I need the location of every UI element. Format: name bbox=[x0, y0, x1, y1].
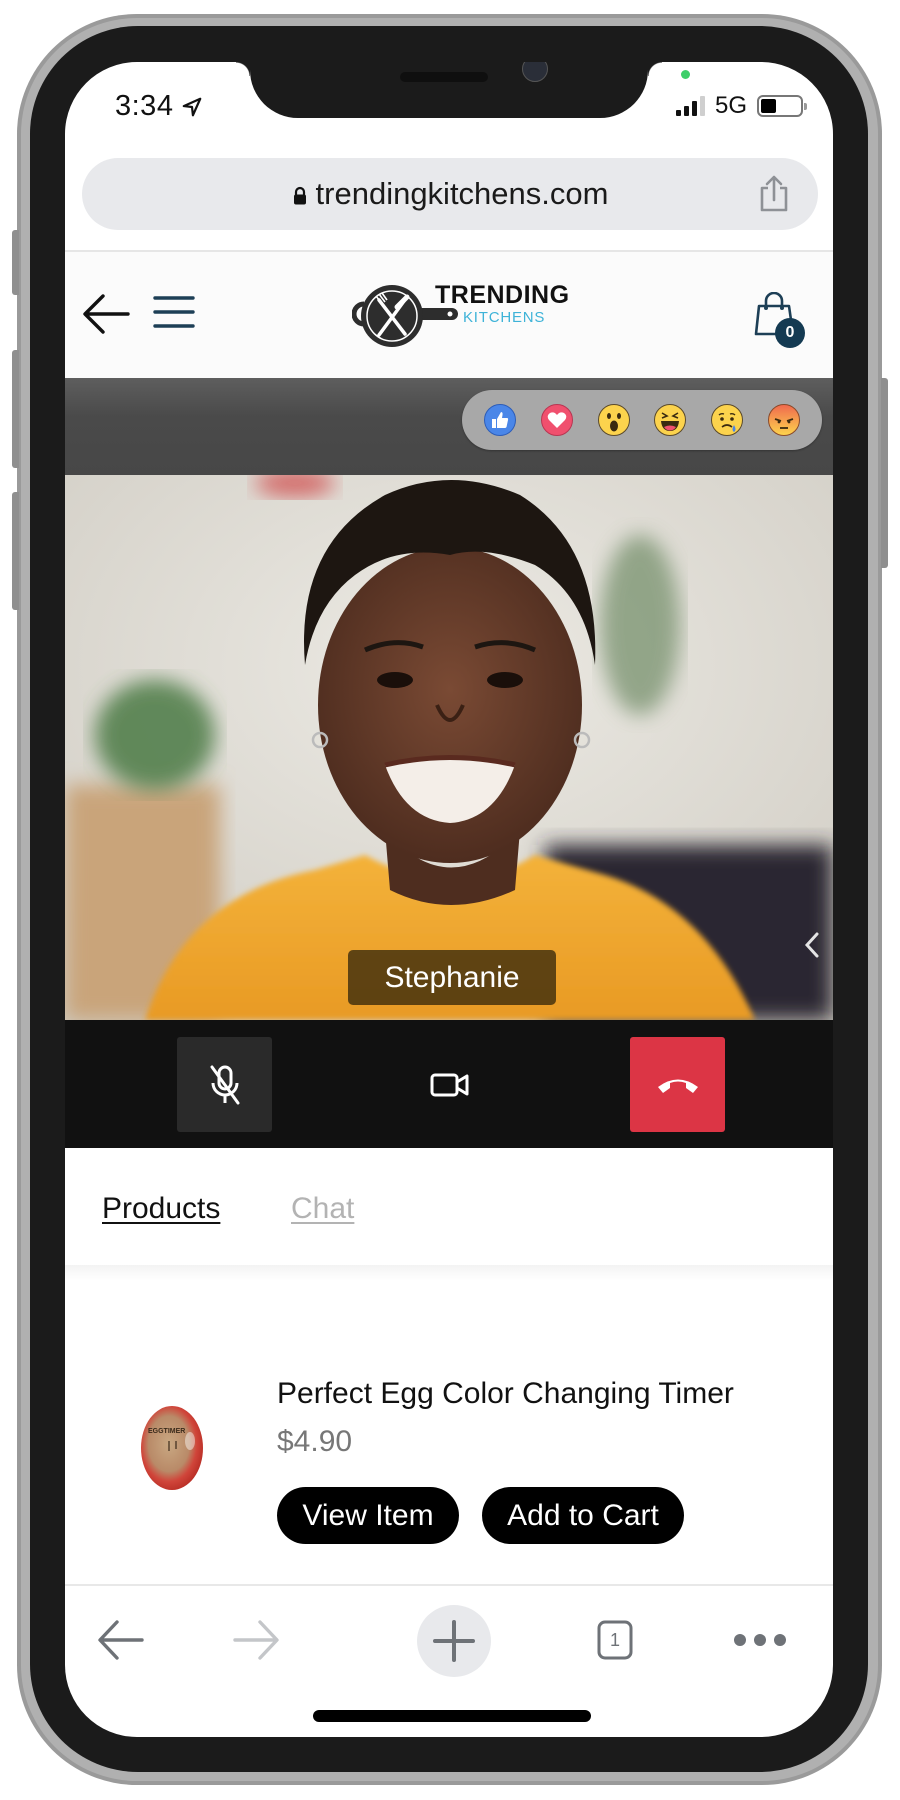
add-to-cart-button[interactable]: Add to Cart bbox=[482, 1487, 684, 1544]
phone-screen: 3:34 5G trendingkitchens.com TRENDING KI… bbox=[65, 62, 833, 1737]
reaction-sad[interactable] bbox=[710, 404, 743, 436]
reaction-haha[interactable] bbox=[654, 404, 687, 436]
session-tabs: Products Chat bbox=[65, 1148, 833, 1265]
browser-forward-button[interactable] bbox=[227, 1600, 287, 1680]
laughing-face-icon bbox=[661, 412, 680, 431]
share-icon[interactable] bbox=[756, 174, 792, 214]
battery-icon bbox=[757, 95, 807, 117]
more-options-button[interactable] bbox=[730, 1600, 790, 1680]
privacy-indicator-dot bbox=[681, 70, 690, 79]
toolbar-divider bbox=[65, 1584, 833, 1586]
product-card: EGGTIMER Perfect Egg Color Changing Time… bbox=[65, 1281, 833, 1581]
ellipsis-icon bbox=[734, 1634, 786, 1646]
remote-video-feed[interactable]: Stephanie bbox=[65, 475, 833, 1020]
egg-timer-product-image[interactable]: EGGTIMER bbox=[138, 1403, 206, 1493]
arrow-left-icon bbox=[98, 1620, 144, 1660]
plus-icon bbox=[433, 1620, 475, 1662]
phone-volume-down-button bbox=[12, 492, 19, 610]
back-arrow-icon[interactable] bbox=[81, 292, 131, 336]
earpiece bbox=[400, 72, 488, 82]
thumbs-up-icon bbox=[492, 412, 509, 428]
logo-text-trending: TRENDING bbox=[435, 281, 570, 309]
end-call-button[interactable] bbox=[630, 1037, 725, 1132]
cellular-signal-icon bbox=[675, 96, 705, 116]
location-arrow-icon bbox=[183, 97, 202, 116]
video-camera-icon bbox=[430, 1073, 468, 1096]
product-price: $4.90 bbox=[277, 1425, 353, 1458]
lock-icon bbox=[293, 186, 306, 205]
reactions-bar bbox=[65, 378, 833, 475]
sad-face-icon bbox=[718, 412, 736, 432]
participant-video-frame bbox=[65, 475, 833, 1020]
microphone-off-icon bbox=[210, 1065, 239, 1104]
svg-text:EGGTIMER: EGGTIMER bbox=[148, 1428, 185, 1435]
chevron-left-icon[interactable] bbox=[803, 930, 821, 960]
arrow-right-icon bbox=[233, 1620, 279, 1660]
heart-icon bbox=[547, 412, 567, 428]
status-indicators: 5G bbox=[675, 92, 807, 120]
phone-silent-switch bbox=[12, 230, 19, 295]
tabs-divider bbox=[65, 1265, 833, 1281]
participant-name-label: Stephanie bbox=[348, 950, 556, 1005]
url-text: trendingkitchens.com bbox=[315, 176, 609, 211]
notch bbox=[236, 62, 662, 118]
address-bar[interactable]: trendingkitchens.com bbox=[82, 158, 818, 230]
product-title: Perfect Egg Color Changing Timer bbox=[277, 1377, 734, 1410]
site-header: TRENDING KITCHENS 0 bbox=[65, 252, 833, 378]
toggle-camera-button[interactable] bbox=[402, 1037, 497, 1132]
hang-up-phone-icon bbox=[657, 1079, 698, 1093]
front-camera bbox=[522, 62, 548, 82]
reaction-angry[interactable] bbox=[767, 404, 800, 436]
angry-face-icon bbox=[774, 418, 793, 429]
browser-back-button[interactable] bbox=[90, 1600, 150, 1680]
tabs-switcher-button[interactable]: 1 bbox=[585, 1600, 645, 1680]
phone-volume-up-button bbox=[12, 350, 19, 468]
tab-count: 1 bbox=[609, 1629, 620, 1650]
home-indicator[interactable] bbox=[313, 1710, 591, 1722]
network-type: 5G bbox=[714, 92, 747, 119]
reaction-like[interactable] bbox=[484, 404, 517, 436]
mute-microphone-button[interactable] bbox=[177, 1037, 272, 1132]
tab-chat[interactable]: Chat bbox=[291, 1192, 354, 1226]
phone-power-button bbox=[881, 378, 888, 568]
tab-products[interactable]: Products bbox=[102, 1192, 220, 1226]
view-item-button[interactable]: View Item bbox=[277, 1487, 459, 1544]
new-tab-button[interactable] bbox=[417, 1605, 491, 1677]
logo-text-kitchens: KITCHENS bbox=[463, 309, 546, 326]
status-time: 3:34 bbox=[115, 90, 203, 123]
call-controls bbox=[65, 1020, 833, 1148]
wow-face-icon bbox=[606, 413, 621, 432]
cart-button[interactable]: 0 bbox=[753, 291, 805, 348]
reactions-picker bbox=[462, 390, 822, 450]
status-time-text: 3:34 bbox=[115, 90, 174, 122]
reaction-love[interactable] bbox=[540, 404, 573, 436]
reaction-wow[interactable] bbox=[597, 404, 630, 436]
cart-count-badge: 0 bbox=[775, 318, 805, 348]
hamburger-menu-icon[interactable] bbox=[153, 294, 195, 330]
site-logo[interactable]: TRENDING KITCHENS bbox=[352, 280, 569, 352]
